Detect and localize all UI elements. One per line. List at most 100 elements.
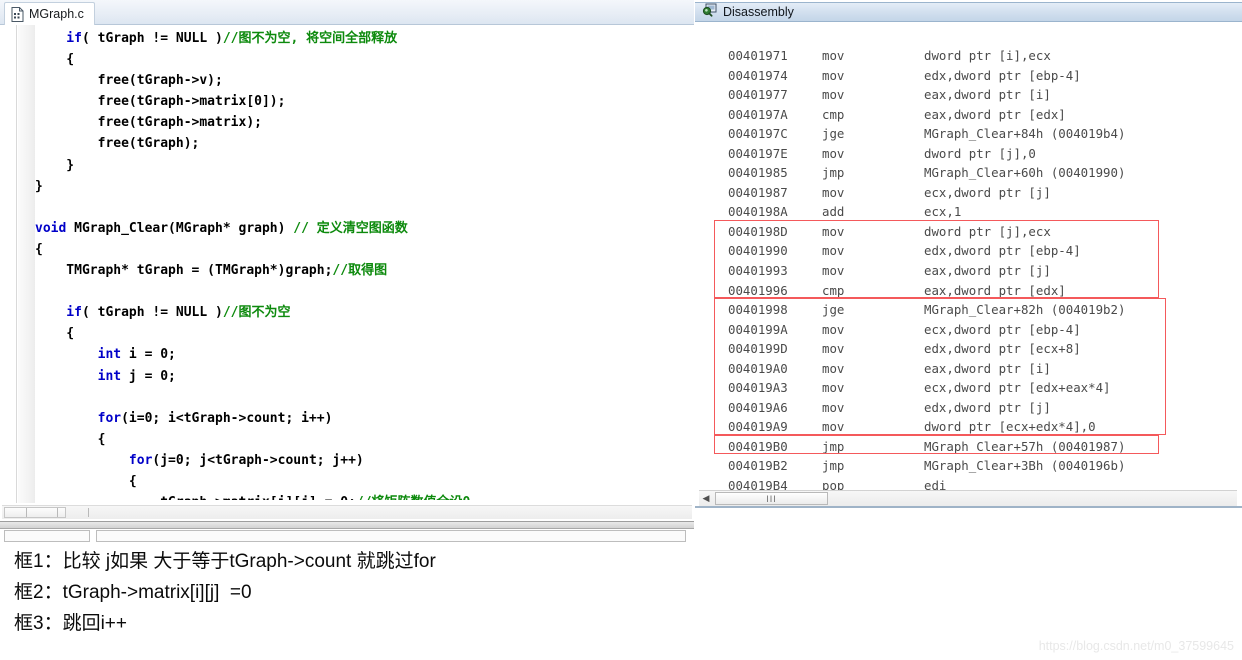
instruction-address: 004019A0	[728, 360, 788, 376]
disassembly-line[interactable]: 004019A9 mov dword ptr [ecx+edx*4],0	[714, 417, 1242, 437]
instruction-operands: dword ptr [j],ecx	[924, 223, 1051, 239]
editor-status-bar	[0, 528, 694, 542]
disassembly-line[interactable]: 00401971 mov dword ptr [i],ecx	[714, 46, 1242, 66]
instruction-operands: eax,dword ptr [i]	[924, 360, 1051, 376]
instruction-operands: eax,dword ptr [j]	[924, 263, 1051, 279]
code-text: (j=0; j<tGraph->count; j++)	[152, 452, 364, 468]
code-text: ( tGraph != NULL )	[81, 305, 223, 321]
disassembly-instruction-list[interactable]: 00401971 mov dword ptr [i],ecx 00401974 mov e…	[714, 46, 1242, 504]
disassembly-line[interactable]: 0040197E mov dword ptr [j],0	[714, 144, 1242, 164]
disassembly-line[interactable]: 00401985 jmp MGraph_Clear+60h (00401990)	[714, 163, 1242, 183]
instruction-address: 00401974	[728, 67, 788, 83]
disassembly-line[interactable]: 004019A3 mov ecx,dword ptr [edx+eax*4]	[714, 378, 1242, 398]
disassembly-horizontal-scrollbar[interactable]: ◀ III	[699, 490, 1237, 506]
disassembly-line[interactable]: 0040197A cmp eax,dword ptr [edx]	[714, 105, 1242, 125]
editor-horizontal-scrollbar[interactable]	[2, 505, 692, 519]
instruction-mnemonic: mov	[822, 87, 845, 103]
instruction-operands: MGraph_Clear+3Bh (0040196b)	[924, 458, 1126, 474]
code-comment: //图不为空, 将空间全部释放	[222, 31, 398, 46]
code-text: {	[35, 431, 106, 447]
disassembly-line[interactable]: 0040199D mov edx,dword ptr [ecx+8]	[714, 339, 1242, 359]
instruction-mnemonic: jmp	[822, 438, 845, 454]
instruction-address: 004019A9	[728, 419, 788, 435]
instruction-address: 0040197E	[728, 145, 788, 161]
code-text-area[interactable]: if( tGraph != NULL )//图不为空, 将空间全部释放 { fr…	[35, 28, 690, 500]
instruction-operands: MGraph_Clear+60h (00401990)	[924, 165, 1126, 181]
disassembly-line[interactable]: 00401974 mov edx,dword ptr [ebp-4]	[714, 66, 1242, 86]
instruction-operands: MGraph_Clear+84h (004019b4)	[924, 126, 1126, 142]
disassembly-line[interactable]: 00401987 mov ecx,dword ptr [j]	[714, 183, 1242, 203]
scroll-left-arrow-icon[interactable]: ◀	[699, 492, 713, 506]
code-text: tGraph->matrix[i][j] = 0;	[35, 495, 356, 500]
instruction-address: 004019B0	[728, 438, 788, 454]
code-text: MGraph_Clear(MGraph* graph)	[66, 220, 294, 236]
scroll-tick	[26, 508, 27, 517]
disassembly-line[interactable]: 004019A0 mov eax,dword ptr [i]	[714, 359, 1242, 379]
status-segment-left	[4, 530, 90, 542]
screenshot-root: MGraph.c if( tGraph != NULL )//图不为空, 将空间…	[0, 0, 1242, 660]
disassembly-line[interactable]: 00401990 mov edx,dword ptr [ebp-4]	[714, 241, 1242, 261]
instruction-mnemonic: add	[822, 204, 845, 220]
disassembly-line[interactable]: 004019B0 jmp MGraph_Clear+57h (00401987)	[714, 437, 1242, 457]
editor-tab-mgraph-c[interactable]: MGraph.c	[4, 2, 95, 25]
editor-splitter-bar[interactable]	[0, 521, 694, 528]
code-line: if( tGraph != NULL )//图不为空, 将空间全部释放	[35, 28, 690, 49]
instruction-mnemonic: mov	[822, 145, 845, 161]
disassembly-line[interactable]: 00401996 cmp eax,dword ptr [edx]	[714, 281, 1242, 301]
code-line: free(tGraph->v);	[35, 70, 690, 91]
code-text: {	[35, 52, 75, 68]
instruction-address: 0040197A	[728, 106, 788, 122]
scroll-tick	[57, 508, 58, 517]
disassembly-pane: Disassembly 00401971 mov dword ptr [i],ecx…	[695, 0, 1242, 528]
file-c-icon	[11, 6, 24, 22]
instruction-address: 0040198D	[728, 223, 788, 239]
disassembly-line[interactable]: 00401977 mov eax,dword ptr [i]	[714, 85, 1242, 105]
disassembly-line[interactable]: 0040199A mov ecx,dword ptr [ebp-4]	[714, 320, 1242, 340]
instruction-operands: edx,dword ptr [ecx+8]	[924, 341, 1081, 357]
note-line-3: 框3：跳回i++	[14, 613, 127, 634]
code-line: for(j=0; j<tGraph->count; j++)	[35, 450, 690, 471]
disassembly-line[interactable]: 00401993 mov eax,dword ptr [j]	[714, 261, 1242, 281]
instruction-mnemonic: mov	[822, 223, 845, 239]
instruction-operands: edx,dword ptr [j]	[924, 399, 1051, 415]
disassembly-line[interactable]: 004019A6 mov edx,dword ptr [j]	[714, 398, 1242, 418]
instruction-mnemonic: mov	[822, 263, 845, 279]
instruction-mnemonic: cmp	[822, 106, 845, 122]
code-text: free(tGraph);	[35, 136, 200, 152]
code-line: tGraph->matrix[i][j] = 0;//将矩阵数值全设0	[35, 492, 690, 500]
instruction-operands: MGraph_Clear+57h (00401987)	[924, 438, 1126, 454]
disassembly-line[interactable]: 0040198A add ecx,1	[714, 202, 1242, 222]
editor-tab-strip: MGraph.c	[0, 0, 694, 25]
disassembly-title-bar[interactable]: Disassembly	[695, 2, 1242, 22]
disassembly-bottom-border	[695, 506, 1242, 508]
instruction-mnemonic: mov	[822, 380, 845, 396]
disassembly-line[interactable]: 00401998 jge MGraph_Clear+82h (004019b2)	[714, 300, 1242, 320]
disassembly-line[interactable]: 0040197C jge MGraph_Clear+84h (004019b4)	[714, 124, 1242, 144]
code-text: free(tGraph->matrix[0]);	[35, 94, 286, 110]
disassembly-scrollbar-thumb[interactable]: III	[715, 492, 828, 505]
scroll-tick	[88, 508, 89, 517]
instruction-mnemonic: jge	[822, 126, 845, 142]
disassembly-line[interactable]: 0040198D mov dword ptr [j],ecx	[714, 222, 1242, 242]
instruction-operands: dword ptr [j],0	[924, 145, 1036, 161]
instruction-operands: edx,dword ptr [ebp-4]	[924, 243, 1081, 259]
instruction-address: 0040197C	[728, 126, 788, 142]
instruction-mnemonic: mov	[822, 399, 845, 415]
code-keyword: if	[35, 305, 82, 321]
instruction-mnemonic: cmp	[822, 282, 845, 298]
instruction-mnemonic: mov	[822, 48, 845, 63]
editor-gutter[interactable]	[18, 25, 35, 503]
code-keyword: for	[35, 452, 153, 468]
instruction-operands: edx,dword ptr [ebp-4]	[924, 67, 1081, 83]
code-line: int j = 0;	[35, 366, 690, 387]
disassembly-line[interactable]: 004019B2 jmp MGraph_Clear+3Bh (0040196b)	[714, 456, 1242, 476]
instruction-address: 0040199A	[728, 321, 788, 337]
code-text: free(tGraph->matrix);	[35, 115, 262, 131]
code-comment: // 定义清空图函数	[293, 220, 408, 236]
disassembly-title-label: Disassembly	[723, 5, 794, 19]
code-line: {	[35, 239, 690, 260]
code-keyword: int	[35, 347, 122, 363]
